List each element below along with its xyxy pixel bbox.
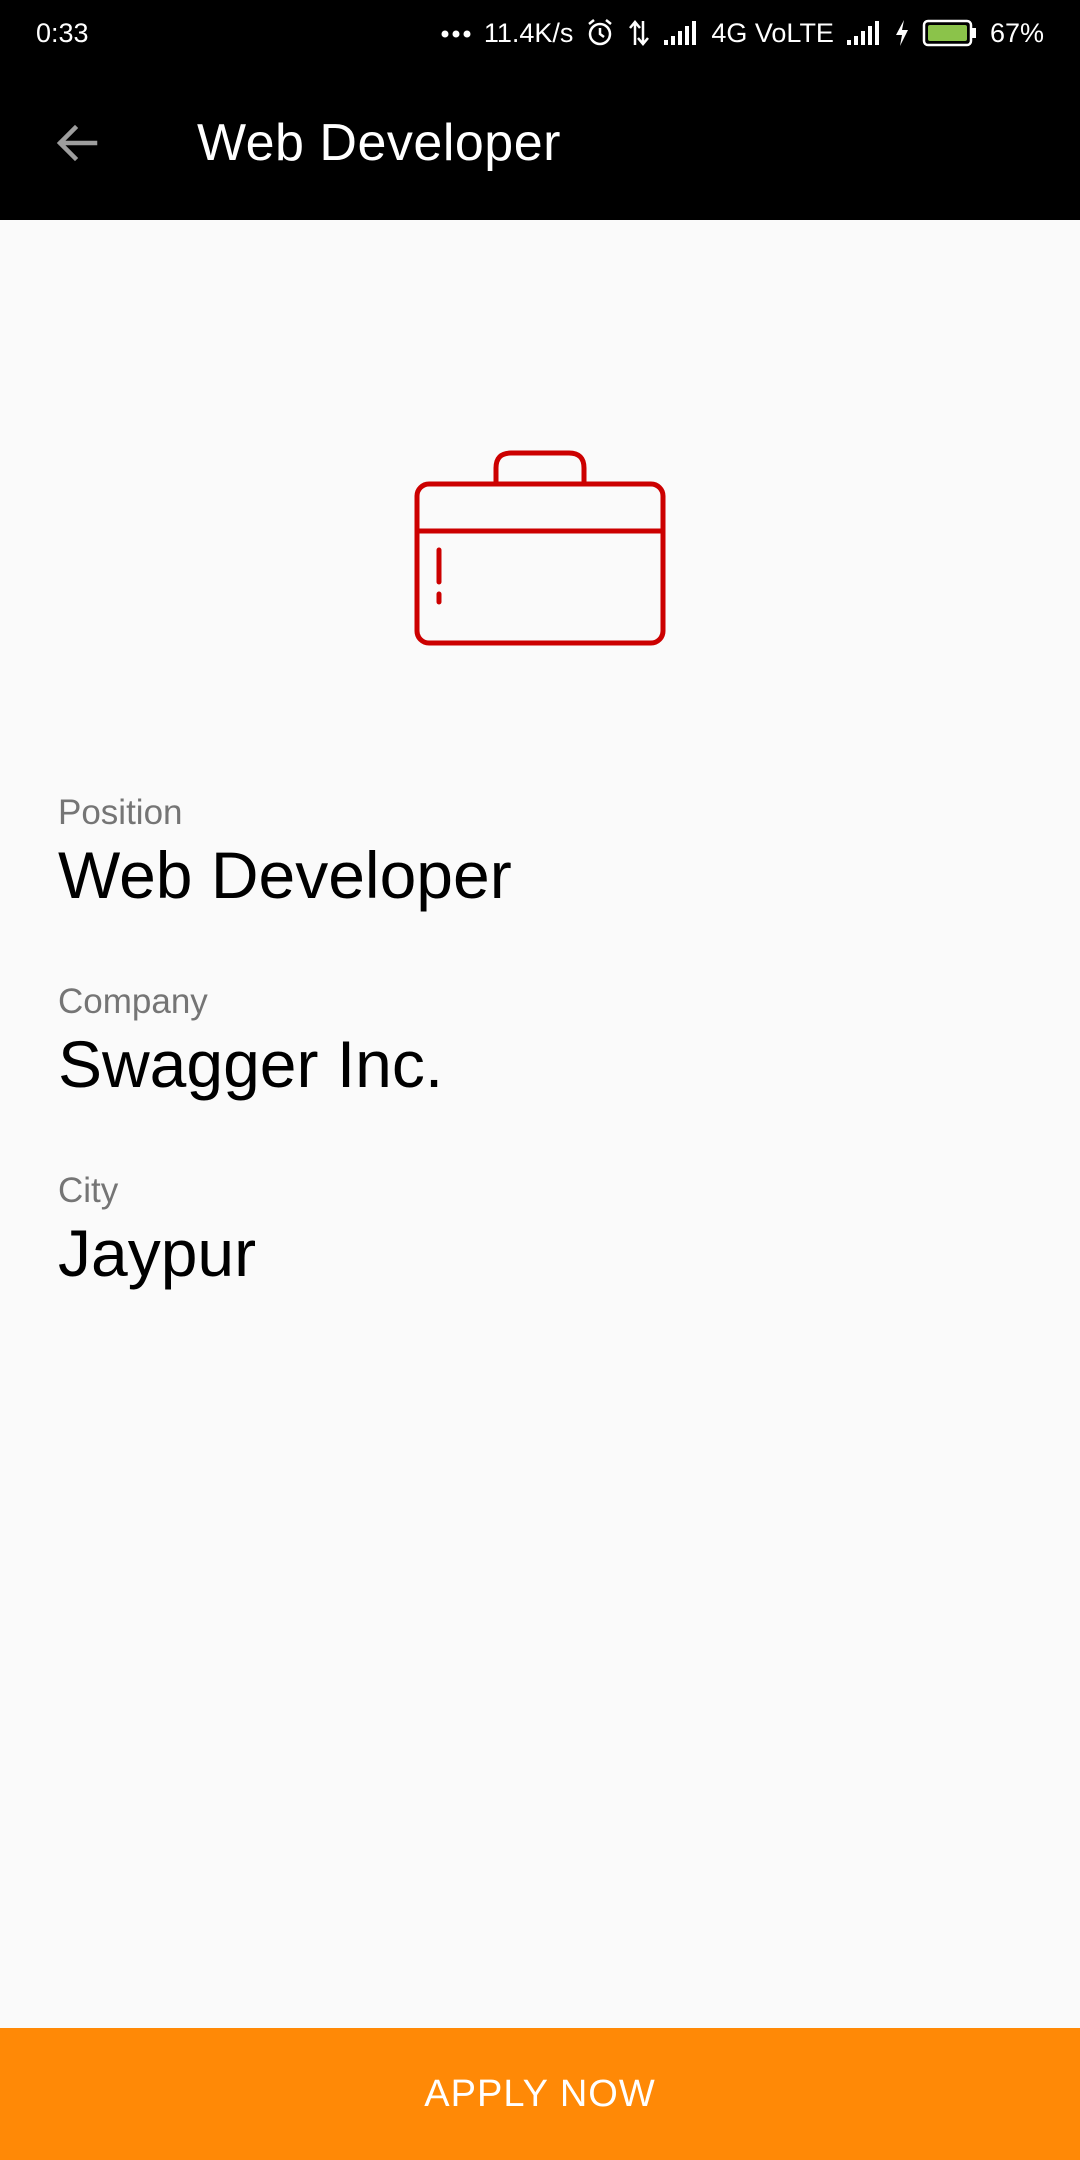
signal-icon: [663, 20, 699, 46]
charging-icon: [894, 19, 910, 47]
data-transfer-icon: [627, 19, 651, 47]
city-value: Jaypur: [58, 1216, 257, 1290]
page-title: Web Developer: [197, 114, 561, 172]
status-time: 0:33: [36, 17, 89, 48]
app-bar: Web Developer: [0, 66, 1080, 220]
network-type: 4G VoLTE: [711, 17, 834, 48]
alarm-icon: [585, 18, 615, 48]
position-label: Position: [58, 793, 183, 832]
back-button[interactable]: [37, 103, 117, 183]
arrow-back-icon: [56, 124, 98, 162]
company-field: Company Swagger Inc.: [58, 981, 443, 1104]
status-bar: 0:33 11.4K/s 4G VoLTE 67%: [0, 0, 1080, 66]
city-field: City Jaypur: [58, 1170, 256, 1293]
apply-now-button[interactable]: APPLY NOW: [0, 2028, 1080, 2160]
position-field: Position Web Developer: [58, 792, 512, 915]
battery-percent: 67%: [989, 17, 1044, 48]
battery-icon: [922, 19, 978, 47]
city-label: City: [58, 1171, 119, 1210]
more-dots-icon: [440, 28, 472, 38]
company-label: Company: [58, 982, 208, 1021]
company-value: Swagger Inc.: [58, 1027, 444, 1101]
position-value: Web Developer: [58, 838, 512, 912]
job-detail-screen: 0:33 11.4K/s 4G VoLTE 67% Web Developer …: [0, 0, 1080, 2160]
network-speed: 11.4K/s: [483, 17, 574, 48]
signal-icon: [846, 20, 882, 46]
briefcase-icon: [412, 448, 668, 648]
status-indicators: 11.4K/s 4G VoLTE 67%: [440, 18, 1044, 49]
